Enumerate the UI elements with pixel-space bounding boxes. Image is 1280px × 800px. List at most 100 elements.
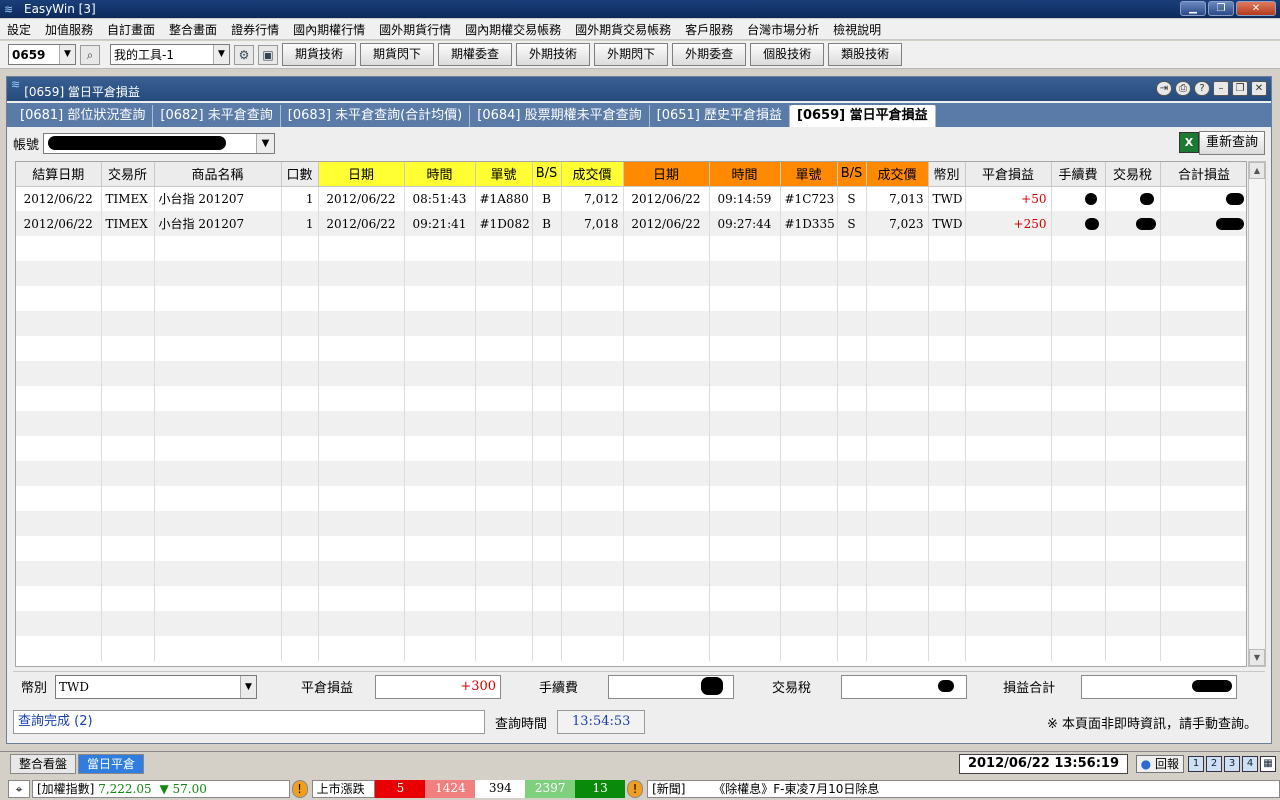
- scroll-down-icon[interactable]: ▼: [1249, 649, 1265, 666]
- column-header[interactable]: 時間: [709, 162, 781, 187]
- empty-cell: [837, 436, 867, 461]
- export-icon[interactable]: ⇥: [1156, 81, 1172, 96]
- tab-0684[interactable]: [0684] 股票期權未平倉查詢: [470, 105, 650, 127]
- menu-item[interactable]: 台灣市場分析: [740, 21, 826, 38]
- layout-2-button[interactable]: 2: [1206, 756, 1222, 772]
- chevron-down-icon[interactable]: ▼: [59, 45, 75, 64]
- column-header[interactable]: 成交價: [561, 162, 624, 187]
- account-select[interactable]: ▼: [43, 132, 276, 154]
- wintab-daily-pnl[interactable]: 當日平倉: [78, 753, 145, 774]
- column-header[interactable]: 合計損益: [1160, 162, 1246, 187]
- table-row[interactable]: 2012/06/22 TIMEX 小台指 201207 1 2012/06/22…: [16, 186, 1246, 211]
- column-header[interactable]: 商品名稱: [154, 162, 282, 187]
- minimize-button[interactable]: ▁: [1180, 1, 1206, 16]
- help-icon[interactable]: ?: [1194, 81, 1210, 96]
- layout-1-button[interactable]: 1: [1188, 756, 1204, 772]
- tab-0682[interactable]: [0682] 未平倉查詢: [153, 105, 281, 127]
- menu-item[interactable]: 國外期貨交易帳務: [568, 21, 678, 38]
- wintab-overview[interactable]: 整合看盤: [10, 753, 77, 774]
- column-header[interactable]: 單號: [780, 162, 838, 187]
- tool-combo[interactable]: 我的工具-1 ▼: [110, 44, 230, 65]
- alert-icon[interactable]: !: [291, 780, 308, 798]
- tab-0681[interactable]: [0681] 部位狀況查詢: [13, 105, 154, 127]
- empty-cell: [1105, 336, 1161, 361]
- close-button[interactable]: ✕: [1236, 1, 1276, 16]
- chevron-down-icon[interactable]: ▼: [256, 133, 275, 153]
- empty-cell: [318, 536, 405, 561]
- menu-item[interactable]: 證券行情: [224, 21, 286, 38]
- column-header[interactable]: 口數: [281, 162, 319, 187]
- empty-cell: [1051, 286, 1106, 311]
- empty-cell: [404, 561, 476, 586]
- tab-0651[interactable]: [0651] 歷史平倉損益: [650, 105, 791, 127]
- gear-icon[interactable]: ⚙: [234, 44, 254, 65]
- column-header[interactable]: 交易所: [101, 162, 155, 187]
- cell: #1D335: [780, 211, 838, 236]
- empty-row: [16, 436, 1246, 461]
- minimize-button[interactable]: –: [1213, 81, 1229, 96]
- alert-icon[interactable]: !: [627, 780, 644, 798]
- chevron-down-icon[interactable]: ▼: [213, 45, 229, 64]
- menu-item[interactable]: 國內期權行情: [286, 21, 372, 38]
- tab-0659[interactable]: [0659] 當日平倉損益: [790, 105, 936, 127]
- cell: TIMEX: [101, 186, 155, 211]
- column-header[interactable]: 日期: [318, 162, 405, 187]
- close-button[interactable]: ✕: [1251, 81, 1267, 96]
- column-header[interactable]: 平倉損益: [965, 162, 1052, 187]
- layout-3-button[interactable]: 3: [1224, 756, 1240, 772]
- empty-cell: [1160, 311, 1246, 336]
- column-header[interactable]: B/S: [837, 162, 867, 187]
- currency-select[interactable]: TWD ▼: [55, 674, 258, 699]
- search-icon[interactable]: ⌕: [80, 44, 100, 65]
- toolbar-button[interactable]: 期權委查: [438, 43, 513, 66]
- menu-item[interactable]: 國外期貨行情: [372, 21, 458, 38]
- column-header[interactable]: 幣別: [928, 162, 966, 187]
- print-icon[interactable]: ⎙: [1175, 81, 1191, 96]
- empty-cell: [623, 636, 710, 661]
- restore-button[interactable]: ❐: [1232, 81, 1248, 96]
- window-icon[interactable]: ▣: [258, 44, 278, 65]
- column-header[interactable]: 日期: [623, 162, 710, 187]
- menu-item[interactable]: 自訂畫面: [100, 21, 162, 38]
- table-row[interactable]: 2012/06/22 TIMEX 小台指 201207 1 2012/06/22…: [16, 211, 1246, 236]
- column-header[interactable]: 時間: [404, 162, 476, 187]
- restore-button[interactable]: ❐: [1208, 1, 1234, 16]
- empty-cell: [475, 386, 533, 411]
- toolbar-button[interactable]: 期貨閃下: [360, 43, 435, 66]
- empty-cell: [281, 236, 319, 261]
- layout-4-button[interactable]: 4: [1242, 756, 1258, 772]
- toolbar-button[interactable]: 類股技術: [828, 43, 903, 66]
- cell: 09:21:41: [404, 211, 476, 236]
- pin-icon[interactable]: ⌖: [8, 780, 30, 798]
- requery-button[interactable]: 重新查詢: [1198, 131, 1265, 155]
- chevron-down-icon[interactable]: ▼: [240, 675, 257, 698]
- toolbar-button[interactable]: 外期技術: [516, 43, 591, 66]
- tab-0683[interactable]: [0683] 未平倉查詢(合計均價): [281, 105, 471, 127]
- column-header[interactable]: 成交價: [866, 162, 929, 187]
- toolbar-button[interactable]: 外期閃下: [594, 43, 669, 66]
- menu-item[interactable]: 客戶服務: [678, 21, 740, 38]
- toolbar-button[interactable]: 期貨技術: [282, 43, 357, 66]
- toolbar-button[interactable]: 個股技術: [750, 43, 825, 66]
- scroll-up-icon[interactable]: ▲: [1249, 162, 1265, 179]
- menu-item[interactable]: 檢視說明: [826, 21, 888, 38]
- column-header[interactable]: 手續費: [1051, 162, 1106, 187]
- excel-export-icon[interactable]: X: [1179, 132, 1199, 153]
- column-header[interactable]: 結算日期: [16, 162, 102, 187]
- menu-item[interactable]: 設定: [0, 21, 38, 38]
- news-ticker[interactable]: [新聞] 《除權息》F-東凌7月10日除息: [647, 780, 1280, 798]
- grid-icon[interactable]: ▦: [1260, 756, 1276, 772]
- menu-item[interactable]: 加值服務: [38, 21, 100, 38]
- function-code-combo[interactable]: 0659 ▼: [8, 44, 76, 65]
- summary-bar: 幣別 TWD ▼ 平倉損益 +300 手續費 交易稅 損益合計: [13, 671, 1265, 701]
- vertical-scrollbar[interactable]: ▲ ▼: [1248, 161, 1266, 667]
- toolbar-button[interactable]: 外期委查: [672, 43, 747, 66]
- column-header[interactable]: B/S: [532, 162, 562, 187]
- empty-cell: [101, 611, 155, 636]
- menu-item[interactable]: 國內期權交易帳務: [458, 21, 568, 38]
- empty-cell: [1160, 411, 1246, 436]
- menu-item[interactable]: 整合畫面: [162, 21, 224, 38]
- column-header[interactable]: 單號: [475, 162, 533, 187]
- replay-button[interactable]: ● 回報: [1135, 755, 1184, 773]
- column-header[interactable]: 交易稅: [1105, 162, 1161, 187]
